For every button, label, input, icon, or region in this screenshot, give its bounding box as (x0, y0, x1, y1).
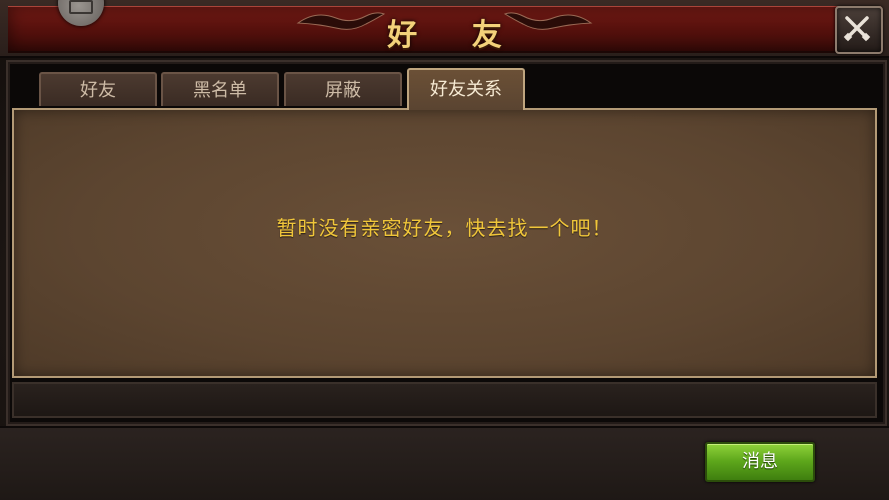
close-crossed-swords-icon (843, 16, 871, 42)
tab-friend-relations[interactable]: 好友关系 (407, 68, 525, 110)
friends-window: 好 友 好友 黑名单 屏蔽 好友关系 暂时没有亲密好友，快去找一个吧！ 消息 (0, 0, 889, 500)
empty-state-message: 暂时没有亲密好友，快去找一个吧！ (276, 216, 613, 240)
tab-friends[interactable]: 好友 (39, 72, 157, 106)
tab-strip: 好友 黑名单 屏蔽 好友关系 (10, 64, 883, 110)
friend-list-area: 暂时没有亲密好友，快去找一个吧！ (12, 108, 877, 378)
close-button[interactable] (835, 6, 883, 54)
badge-glyph (69, 0, 93, 14)
title-bar: 好 友 (0, 0, 889, 58)
tab-blacklist[interactable]: 黑名单 (161, 72, 279, 106)
tab-blocked[interactable]: 屏蔽 (284, 72, 402, 106)
panel-footer-bar (12, 382, 877, 418)
friends-panel: 好友 黑名单 屏蔽 好友关系 暂时没有亲密好友，快去找一个吧！ (6, 60, 887, 426)
messages-button[interactable]: 消息 (705, 442, 815, 482)
window-title: 好 友 (387, 18, 524, 53)
